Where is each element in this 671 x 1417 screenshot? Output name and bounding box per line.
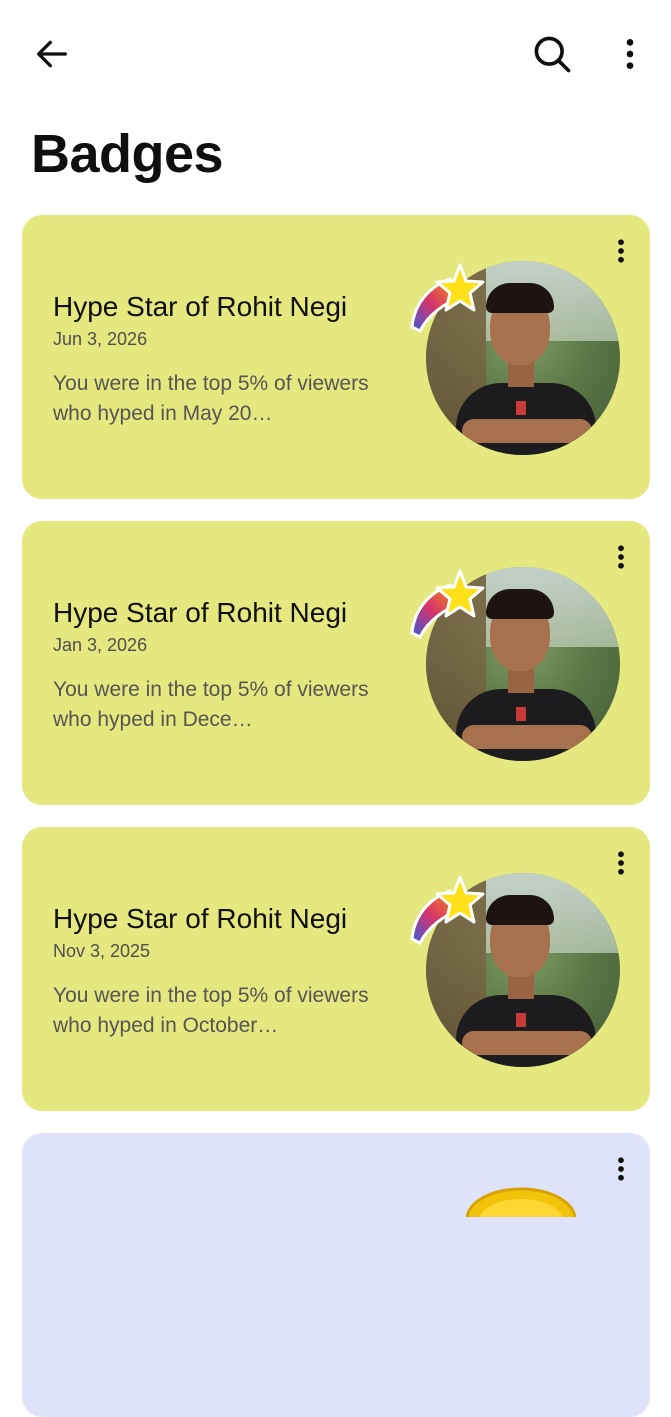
badge-card[interactable] <box>22 1133 650 1417</box>
badge-card[interactable]: Hype Star of Rohit Negi Nov 3, 2025 You … <box>22 827 650 1111</box>
more-vert-icon <box>626 39 634 69</box>
top-app-bar <box>0 0 671 110</box>
badge-text: Hype Star of Rohit Negi Jan 3, 2026 You … <box>53 595 383 735</box>
badge-text: Hype Star of Rohit Negi Nov 3, 2025 You … <box>53 901 383 1041</box>
badge-title: Hype Star of Rohit Negi <box>53 597 348 628</box>
arrow-left-icon <box>37 40 68 68</box>
more-vert-icon <box>618 1157 624 1181</box>
badge-text: Hype Star of Rohit Negi Jun 3, 2026 You … <box>53 289 383 429</box>
badge-date: Jan 3, 2026 <box>53 635 148 655</box>
badge-description: You were in the top 5% of viewers who hy… <box>53 984 369 1037</box>
shooting-star-icon <box>410 569 485 640</box>
search-button[interactable] <box>522 24 582 84</box>
badge-card[interactable]: Hype Star of Rohit Negi Jan 3, 2026 You … <box>22 521 650 805</box>
badge-description: You were in the top 5% of viewers who hy… <box>53 678 369 731</box>
gold-badge-icon <box>466 1187 576 1217</box>
shooting-star-icon <box>410 263 485 334</box>
card-more-button[interactable] <box>604 1149 638 1189</box>
search-icon <box>534 36 571 73</box>
badge-card[interactable]: Hype Star of Rohit Negi Jun 3, 2026 You … <box>22 215 650 499</box>
badge-title: Hype Star of Rohit Negi <box>53 903 348 934</box>
badge-date: Jun 3, 2026 <box>53 329 148 349</box>
badge-date: Nov 3, 2025 <box>53 941 151 961</box>
page-title: Badges <box>31 124 224 184</box>
back-button[interactable] <box>22 24 82 84</box>
badge-title: Hype Star of Rohit Negi <box>53 291 348 322</box>
badge-description: You were in the top 5% of viewers who hy… <box>53 372 369 425</box>
shooting-star-icon <box>410 875 485 946</box>
more-options-button[interactable] <box>600 24 660 84</box>
